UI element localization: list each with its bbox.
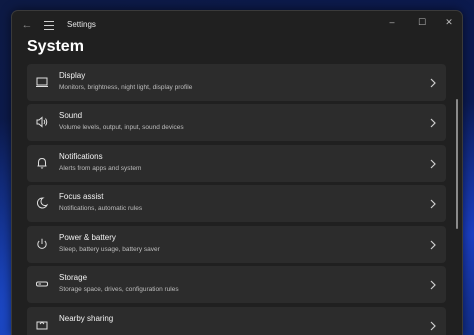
item-title: Power & battery — [59, 233, 116, 242]
close-button[interactable]: ✕ — [435, 11, 462, 33]
item-subtitle: Notifications, automatic rules — [59, 205, 143, 212]
storage-icon — [35, 277, 49, 291]
item-subtitle: Storage space, drives, configuration rul… — [59, 286, 179, 293]
settings-item-focus-assist[interactable]: Focus assist Notifications, automatic ru… — [27, 185, 446, 222]
item-title: Nearby sharing — [59, 314, 114, 323]
item-title: Focus assist — [59, 192, 104, 201]
item-subtitle: Sleep, battery usage, battery saver — [59, 246, 160, 253]
settings-item-power-battery[interactable]: Power & battery Sleep, battery usage, ba… — [27, 226, 446, 263]
window-title: Settings — [67, 20, 96, 29]
settings-item-storage[interactable]: Storage Storage space, drives, configura… — [27, 266, 446, 303]
chevron-right-icon — [428, 319, 438, 331]
speaker-icon — [35, 115, 49, 129]
chevron-right-icon — [428, 157, 438, 169]
chevron-right-icon — [428, 116, 438, 128]
chevron-right-icon — [428, 278, 438, 290]
scrollbar[interactable] — [456, 99, 458, 229]
item-title: Display — [59, 71, 86, 80]
chevron-right-icon — [428, 197, 438, 209]
share-icon — [35, 318, 49, 332]
item-title: Sound — [59, 111, 83, 120]
title-bar: ← Settings – ☐ ✕ — [12, 11, 462, 39]
item-subtitle: Monitors, brightness, night light, displ… — [59, 84, 193, 91]
power-icon — [35, 237, 49, 251]
item-title: Storage — [59, 273, 88, 282]
hamburger-menu-icon[interactable] — [40, 17, 58, 33]
settings-item-notifications[interactable]: Notifications Alerts from apps and syste… — [27, 145, 446, 182]
bell-icon — [35, 156, 49, 170]
chevron-right-icon — [428, 238, 438, 250]
maximize-button[interactable]: ☐ — [408, 11, 436, 33]
item-subtitle: Alerts from apps and system — [59, 165, 142, 172]
item-subtitle: Volume levels, output, input, sound devi… — [59, 124, 184, 131]
chevron-right-icon — [428, 76, 438, 88]
back-button[interactable]: ← — [18, 17, 36, 33]
settings-window: ← Settings – ☐ ✕ System Display Monitors… — [11, 10, 463, 335]
settings-item-sound[interactable]: Sound Volume levels, output, input, soun… — [27, 104, 446, 141]
settings-item-display[interactable]: Display Monitors, brightness, night ligh… — [27, 64, 446, 101]
settings-item-nearby-sharing[interactable]: Nearby sharing — [27, 307, 446, 335]
item-title: Notifications — [59, 152, 103, 161]
moon-icon — [35, 196, 49, 210]
page-title: System — [27, 38, 84, 55]
minimize-button[interactable]: – — [378, 11, 406, 33]
display-icon — [35, 75, 49, 89]
